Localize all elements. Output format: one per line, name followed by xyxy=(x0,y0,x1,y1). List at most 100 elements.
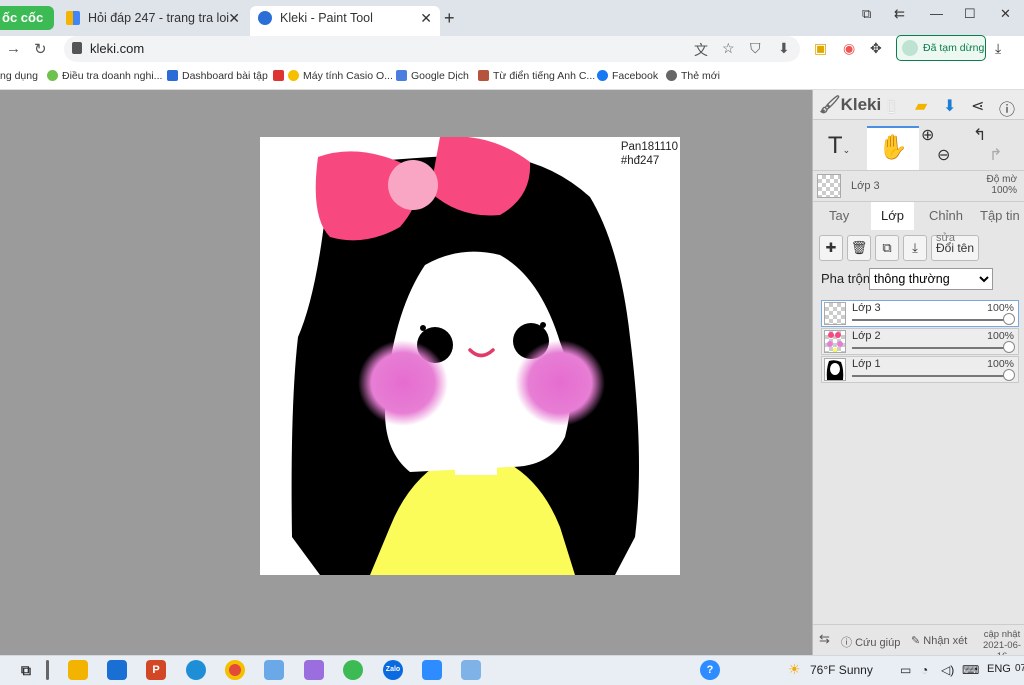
help-button[interactable]: ⓘ Cứu giúp xyxy=(841,634,900,650)
layer-row[interactable]: Lớp 2 100% xyxy=(821,328,1019,355)
translate-icon[interactable]: 文 xyxy=(694,40,708,60)
drawing-canvas[interactable]: Pan181110 #hđ247 xyxy=(260,137,680,575)
help-app-icon[interactable]: ? xyxy=(700,660,720,680)
opacity-slider-track[interactable] xyxy=(852,319,1008,321)
bookmark-dashboard[interactable]: Dashboard bài tập xyxy=(167,70,268,82)
bookmark-facebook[interactable]: Facebook xyxy=(597,70,658,82)
zoom-out-icon[interactable]: ⊖ xyxy=(921,147,950,164)
coccoc-extension-icon[interactable]: ◉ xyxy=(843,40,855,57)
duplicate-layer-icon[interactable]: ⧉ xyxy=(875,235,899,261)
clock[interactable]: 07 xyxy=(1015,663,1024,674)
bookmark-dieu-tra[interactable]: Điều tra doanh nghi... xyxy=(47,70,162,82)
merge-down-icon[interactable]: ⤓ xyxy=(903,235,927,261)
hand-tool[interactable]: ✋ xyxy=(867,126,919,170)
shield-icon[interactable]: ⛉ xyxy=(750,40,761,57)
text-tool[interactable]: T⌄ xyxy=(813,126,865,170)
tab-kleki[interactable]: Kleki - Paint Tool ✕ xyxy=(250,6,440,36)
undo-icon[interactable]: ↰ xyxy=(973,127,986,144)
layer-row[interactable]: Lớp 1 100% xyxy=(821,356,1019,383)
canvas-workspace[interactable]: Pan181110 #hđ247 xyxy=(0,90,812,655)
opacity-slider-track[interactable] xyxy=(852,347,1008,349)
coccoc-icon[interactable] xyxy=(343,660,363,680)
back-list-icon[interactable]: ⇇ xyxy=(894,6,905,22)
signature-line-1: Pan181110 xyxy=(620,141,678,153)
help-label: Cứu giúp xyxy=(855,637,901,649)
language-indicator[interactable]: ENG xyxy=(987,663,1011,675)
opacity-slider-knob[interactable] xyxy=(1003,369,1015,381)
tab-tap-tin[interactable]: Tập tin xyxy=(980,208,1020,223)
bookmark-the-moi[interactable]: Thẻ mới xyxy=(666,70,720,82)
tab-hoidap[interactable]: Hỏi đáp 247 - trang tra loi ✕ xyxy=(58,6,248,36)
tab-chinh[interactable]: Chỉnh xyxy=(929,208,963,223)
rename-layer-button[interactable]: sửa Đổi tên xyxy=(931,232,979,261)
zalo-icon[interactable]: Zalo xyxy=(383,660,403,680)
tab-tay[interactable]: Tay xyxy=(829,208,849,223)
paint-icon[interactable] xyxy=(461,660,481,680)
address-bar[interactable]: kleki.com 文 ☆ ⛉ ⬇ xyxy=(64,36,800,62)
new-tab-button[interactable]: + xyxy=(444,8,455,29)
forward-icon[interactable]: → xyxy=(6,40,21,57)
zoom-app-icon[interactable] xyxy=(422,660,442,680)
maximize-icon[interactable]: ☐ xyxy=(964,6,976,22)
chrome-icon[interactable] xyxy=(225,660,245,680)
browser-brand[interactable]: ốc cốc xyxy=(0,6,54,30)
bookmark-label: Facebook xyxy=(612,70,659,82)
edge-icon[interactable] xyxy=(186,660,206,680)
profile-paused-button[interactable]: Đã tạm dừng xyxy=(896,35,986,61)
downloads-icon[interactable]: ⤓ xyxy=(995,40,1001,57)
bookmark-google-dich[interactable]: Google Dịch xyxy=(396,70,469,82)
tab-search-icon[interactable]: ⧉ xyxy=(862,6,871,22)
delete-layer-icon[interactable]: 🗑 xyxy=(847,235,871,261)
opacity-slider-track[interactable] xyxy=(852,375,1008,377)
save-download-icon[interactable]: ⬇ xyxy=(943,96,956,116)
weather-text[interactable]: 76°F Sunny xyxy=(810,663,873,677)
bookmark-apps[interactable]: ng dụng xyxy=(0,70,38,82)
kleki-logo[interactable]: 🖌Kleki xyxy=(819,95,881,115)
reload-icon[interactable]: ↻ xyxy=(34,40,47,58)
bookmark-casio[interactable]: Máy tính Casio O... xyxy=(273,70,393,82)
zoom-controls: ⊕ ⊖ xyxy=(921,126,973,170)
store-icon[interactable] xyxy=(107,660,127,680)
star-icon[interactable]: ☆ xyxy=(722,40,735,57)
bookmark-tu-dien[interactable]: Từ điển tiếng Anh C... xyxy=(478,70,595,82)
new-file-icon[interactable]: ▯ xyxy=(887,96,896,116)
opacity-slider-knob[interactable] xyxy=(1003,341,1015,353)
opacity-slider-knob[interactable] xyxy=(1003,313,1015,325)
help-circle-icon[interactable]: ⓘ xyxy=(999,96,1015,120)
bookmark-label: Từ điển tiếng Anh C... xyxy=(493,70,596,82)
minimize-icon[interactable]: — xyxy=(930,6,943,21)
blend-mode-select[interactable]: thông thường xyxy=(869,268,993,290)
zoom-in-icon[interactable]: ⊕ xyxy=(921,127,934,144)
history-controls: ↰ ↱ xyxy=(973,126,1024,170)
tab-close-icon[interactable]: ✕ xyxy=(228,6,240,30)
layer-list: Lớp 3 100% Lớp 2 100% Lớp 1 100% xyxy=(821,300,1019,384)
url-text[interactable]: kleki.com xyxy=(90,41,144,56)
tab-lop[interactable]: Lớp xyxy=(871,202,914,230)
app-icon[interactable] xyxy=(304,660,324,680)
volume-icon[interactable]: ◁) xyxy=(941,663,954,677)
blend-label: Pha trộn xyxy=(821,271,871,286)
swap-panel-icon[interactable]: ⇆ xyxy=(819,631,830,647)
redo-icon[interactable]: ↱ xyxy=(973,147,1002,164)
tab-close-icon[interactable]: ✕ xyxy=(420,6,432,30)
photos-icon[interactable] xyxy=(264,660,284,680)
share-icon[interactable]: ⋖ xyxy=(971,96,984,116)
feedback-button[interactable]: ✎ Nhận xét xyxy=(911,634,967,647)
layer-1-preview xyxy=(826,360,844,380)
close-window-icon[interactable]: ✕ xyxy=(1000,6,1011,22)
add-layer-button[interactable]: ✚ xyxy=(819,235,843,261)
layer-row[interactable]: Lớp 3 100% xyxy=(821,300,1019,327)
bookmark-label: Thẻ mới xyxy=(681,70,720,82)
open-folder-icon[interactable]: ▰ xyxy=(915,96,927,116)
chevron-down-icon: ⌄ xyxy=(842,145,851,155)
powerpoint-icon[interactable]: P xyxy=(146,660,166,680)
keyboard-icon[interactable]: ⌨ xyxy=(962,663,979,677)
task-view-icon[interactable]: ⧉ xyxy=(16,660,36,680)
extensions-icon[interactable]: ✥ xyxy=(870,40,882,57)
battery-icon[interactable]: ▭ xyxy=(900,663,911,677)
download-page-icon[interactable]: ⬇ xyxy=(778,40,790,57)
wifi-icon[interactable]: ◔ xyxy=(921,663,928,677)
file-explorer-icon[interactable] xyxy=(68,660,88,680)
wallet-extension-icon[interactable]: ▣ xyxy=(814,40,827,57)
bookmark-icon xyxy=(47,70,58,81)
